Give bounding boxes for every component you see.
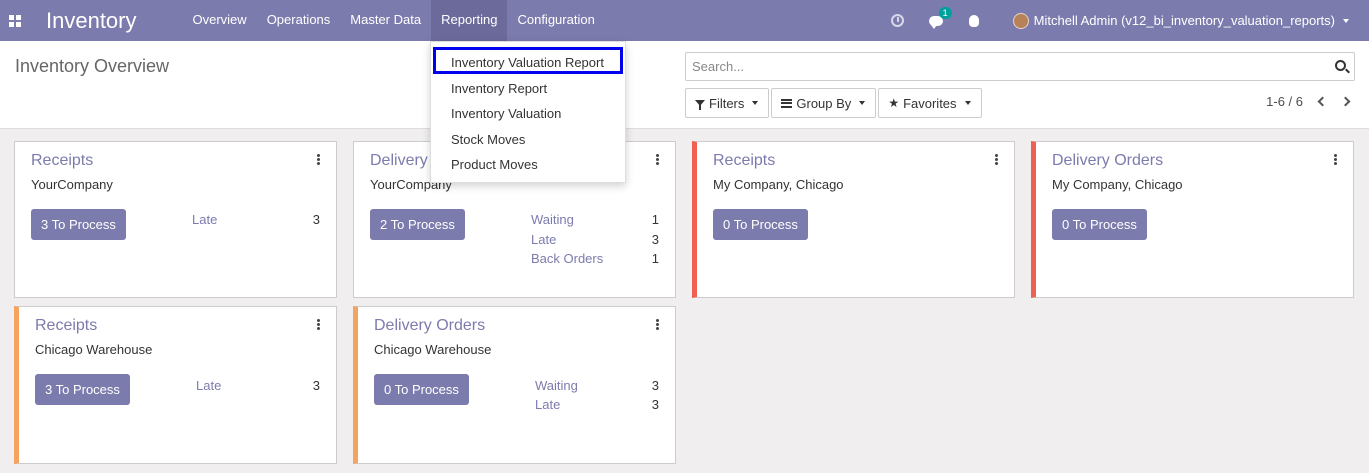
chevron-right-icon[interactable] — [1340, 96, 1351, 107]
stat-late-value: 3 — [312, 378, 320, 393]
favorites-button[interactable]: ★ Favorites — [878, 88, 982, 118]
search-icon[interactable] — [1335, 60, 1346, 71]
card-title[interactable]: Delivery Orders — [1052, 152, 1163, 170]
search-options: Filters Group By ★ Favorites — [685, 88, 984, 118]
menu-reporting[interactable]: Reporting — [431, 0, 508, 41]
page-title: Inventory Overview — [15, 56, 170, 76]
activity-clock-icon[interactable] — [891, 14, 905, 28]
process-button[interactable]: 0 To Process — [713, 209, 808, 240]
menu-product-moves[interactable]: Product Moves — [451, 157, 538, 172]
search-box — [685, 52, 1355, 81]
stat-late[interactable]: Late — [192, 212, 217, 227]
chevron-down-icon[interactable] — [1343, 18, 1349, 23]
card-company: Chicago Warehouse — [35, 342, 153, 357]
menu-master-data[interactable]: Master Data — [340, 0, 431, 41]
app-brand[interactable]: Inventory — [46, 8, 137, 34]
caret-down-icon — [964, 101, 971, 105]
card-title[interactable]: Receipts — [35, 317, 97, 335]
process-button[interactable]: 3 To Process — [31, 209, 126, 240]
chevron-left-icon[interactable] — [1317, 96, 1328, 107]
stat-back-orders-value: 1 — [651, 251, 659, 266]
user-menu[interactable]: Mitchell Admin (v12_bi_inventory_valuati… — [1034, 13, 1335, 28]
process-button[interactable]: 2 To Process — [370, 209, 465, 240]
stat-late[interactable]: Late — [196, 378, 221, 393]
kebab-menu-icon[interactable] — [1334, 154, 1337, 165]
kanban-card[interactable]: Receipts Chicago Warehouse 3 To Process … — [14, 306, 337, 464]
filter-icon — [695, 100, 705, 110]
kebab-menu-icon[interactable] — [995, 154, 998, 165]
stat-waiting[interactable]: Waiting — [535, 378, 578, 393]
top-navbar: Inventory Overview Operations Master Dat… — [0, 0, 1369, 41]
menu-operations[interactable]: Operations — [257, 0, 341, 41]
kebab-menu-icon[interactable] — [656, 319, 659, 330]
stat-late[interactable]: Late — [535, 397, 560, 412]
kanban-card[interactable]: Receipts YourCompany 3 To Process Late 3 — [14, 141, 337, 298]
pager-value[interactable]: 1-6 / 6 — [1266, 94, 1303, 109]
pager: 1-6 / 6 — [1266, 94, 1351, 109]
bars-icon — [781, 98, 793, 108]
process-button[interactable]: 3 To Process — [35, 374, 130, 405]
control-panel: Inventory Overview Filters Group By ★ Fa… — [0, 41, 1369, 129]
bug-icon[interactable] — [967, 14, 981, 28]
kebab-menu-icon[interactable] — [317, 154, 320, 165]
stat-late-value: 3 — [312, 212, 320, 227]
card-title[interactable]: Receipts — [713, 152, 775, 170]
reporting-dropdown: Inventory Valuation Report Inventory Rep… — [430, 41, 626, 183]
search-input[interactable] — [692, 59, 1312, 74]
caret-down-icon — [752, 101, 759, 105]
kanban-card[interactable]: Receipts My Company, Chicago 0 To Proces… — [692, 141, 1015, 298]
stat-late-value: 3 — [651, 397, 659, 412]
stat-late-value: 3 — [651, 232, 659, 247]
card-company: Chicago Warehouse — [374, 342, 492, 357]
menu-configuration[interactable]: Configuration — [507, 0, 604, 41]
menu-stock-moves[interactable]: Stock Moves — [451, 132, 525, 147]
main-menu: Overview Operations Master Data Reportin… — [183, 0, 605, 41]
kanban-card[interactable]: Delivery Orders My Company, Chicago 0 To… — [1031, 141, 1354, 298]
card-company: YourCompany — [31, 177, 113, 192]
kanban-card[interactable]: Delivery Orders Chicago Warehouse 0 To P… — [353, 306, 676, 464]
stat-waiting-value: 3 — [651, 378, 659, 393]
process-button[interactable]: 0 To Process — [374, 374, 469, 405]
filters-button[interactable]: Filters — [685, 88, 770, 118]
card-title[interactable]: Receipts — [31, 152, 93, 170]
apps-icon[interactable] — [0, 0, 30, 41]
messages-badge: 1 — [938, 6, 952, 19]
stat-waiting[interactable]: Waiting — [531, 212, 574, 227]
chat-icon[interactable]: 1 — [928, 6, 952, 29]
group-by-button[interactable]: Group By — [771, 88, 877, 118]
menu-overview[interactable]: Overview — [183, 0, 257, 41]
stat-late[interactable]: Late — [531, 232, 556, 247]
kebab-menu-icon[interactable] — [317, 319, 320, 330]
caret-down-icon — [859, 101, 866, 105]
card-company: My Company, Chicago — [713, 177, 844, 192]
stat-waiting-value: 1 — [651, 212, 659, 227]
menu-inventory-valuation-report[interactable]: Inventory Valuation Report — [451, 55, 604, 70]
menu-inventory-report[interactable]: Inventory Report — [451, 81, 547, 96]
card-title[interactable]: Delivery Orders — [374, 317, 485, 335]
star-icon: ★ — [888, 96, 900, 110]
card-company: My Company, Chicago — [1052, 177, 1183, 192]
menu-inventory-valuation[interactable]: Inventory Valuation — [451, 106, 561, 121]
process-button[interactable]: 0 To Process — [1052, 209, 1147, 240]
kebab-menu-icon[interactable] — [656, 154, 659, 165]
navbar-right: 1 Mitchell Admin (v12_bi_inventory_valua… — [879, 0, 1369, 41]
stat-back-orders[interactable]: Back Orders — [531, 251, 603, 266]
avatar[interactable] — [1012, 12, 1029, 29]
